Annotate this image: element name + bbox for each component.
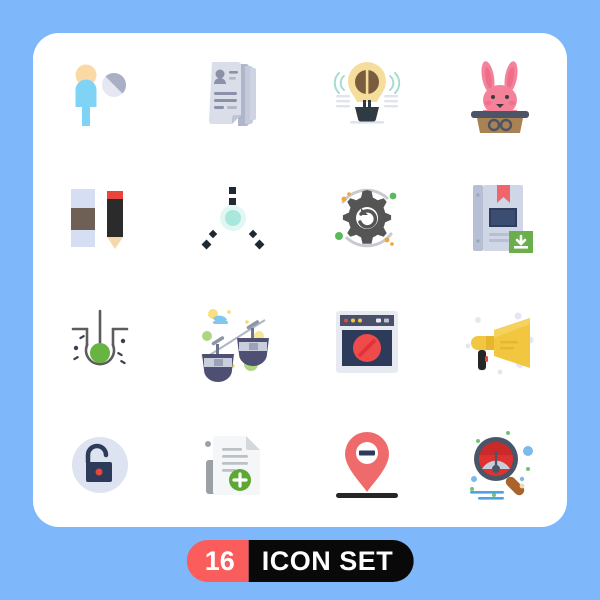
icon-cell-add-document[interactable] — [167, 404, 301, 528]
search-speedometer-icon — [470, 431, 534, 500]
molecule-nodes-icon — [201, 187, 265, 250]
icon-cell-person-with-pill[interactable] — [33, 33, 167, 157]
person-with-pill-icon — [75, 64, 126, 126]
badge-label: ICON SET — [248, 540, 414, 582]
icon-cell-molecule-nodes[interactable] — [167, 157, 301, 281]
screenshot-stage: 16 ICON SET — [0, 0, 600, 600]
add-document-icon — [205, 436, 261, 496]
icon-set-card — [33, 33, 567, 527]
icon-cell-cable-car[interactable] — [167, 280, 301, 404]
gondola-top — [237, 319, 270, 366]
settings-gear-refresh-icon — [334, 188, 397, 248]
icon-cell-book-download[interactable] — [434, 157, 568, 281]
icon-cell-search-speedometer[interactable] — [434, 404, 568, 528]
icon-set-badge: 16 ICON SET — [186, 540, 414, 582]
resume-documents-icon — [209, 61, 257, 126]
bulb-outline-green-icon — [71, 309, 129, 366]
eraser-pencil-icon — [70, 189, 123, 250]
icon-cell-browser-blocked[interactable] — [300, 280, 434, 404]
icon-cell-megaphone[interactable] — [434, 280, 568, 404]
icon-cell-unlocked-padlock[interactable] — [33, 404, 167, 528]
unlocked-padlock-icon — [71, 437, 128, 494]
cable-car-icon — [201, 308, 270, 382]
icon-cell-resume-documents[interactable] — [167, 33, 301, 157]
idea-lightbulb-icon — [333, 61, 400, 124]
badge-count: 16 — [186, 540, 249, 582]
icon-cell-bulb-outline-green[interactable] — [33, 280, 167, 404]
icon-cell-rabbit-magic-box[interactable] — [434, 33, 568, 157]
icon-cell-settings-gear-refresh[interactable] — [300, 157, 434, 281]
browser-blocked-icon — [335, 310, 398, 373]
book-download-icon — [473, 185, 534, 254]
icon-grid — [33, 33, 567, 527]
rabbit-magic-box-icon — [471, 60, 530, 133]
megaphone-icon — [465, 312, 534, 375]
icon-cell-eraser-pencil[interactable] — [33, 157, 167, 281]
remove-location-pin-icon — [335, 432, 398, 499]
icon-cell-idea-lightbulb[interactable] — [300, 33, 434, 157]
icon-cell-remove-location-pin[interactable] — [300, 404, 434, 528]
